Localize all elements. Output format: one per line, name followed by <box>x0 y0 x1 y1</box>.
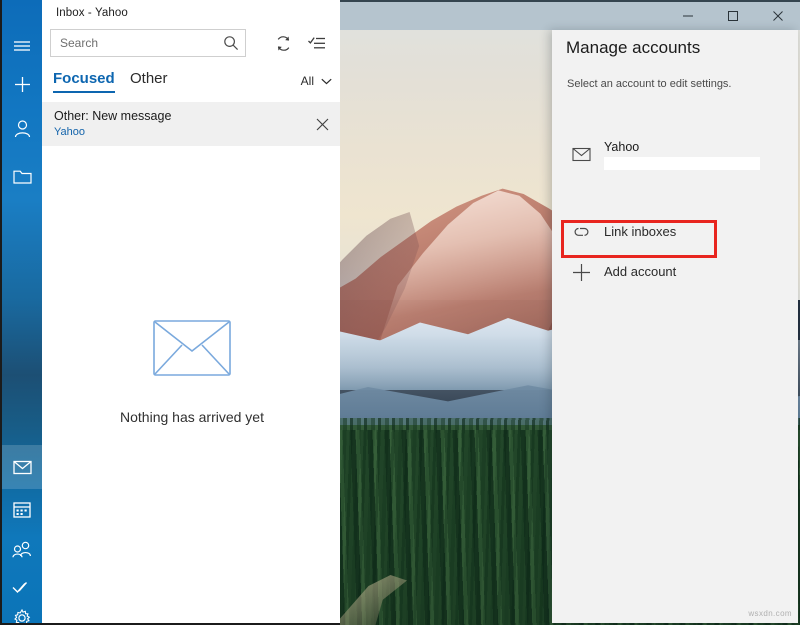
mail-pivot-row: Focused Other All <box>42 66 340 102</box>
banner-account-link[interactable]: Yahoo <box>54 125 302 140</box>
search-input[interactable]: Search <box>50 29 246 57</box>
account-labels: Yahoo <box>604 139 794 170</box>
panel-subtitle: Select an account to edit settings. <box>567 78 732 90</box>
site-watermark: wsxdn.com <box>748 609 792 618</box>
add-account-highlight-box <box>561 220 717 258</box>
maximize-button[interactable] <box>710 2 755 30</box>
search-placeholder-text: Search <box>60 36 99 50</box>
tab-other[interactable]: Other <box>130 70 168 93</box>
plus-icon[interactable] <box>2 62 42 106</box>
empty-inbox-state: Nothing has arrived yet <box>42 320 340 425</box>
close-icon[interactable] <box>302 102 340 146</box>
account-email-redacted <box>604 156 760 170</box>
screen: Inbox - Yahoo Search Focused Other All O… <box>0 0 800 625</box>
banner-title: Other: New message <box>54 108 172 123</box>
folder-icon[interactable] <box>2 155 42 199</box>
new-message-banner[interactable]: Other: New message Yahoo <box>42 102 340 146</box>
banner-text-group: Other: New message Yahoo <box>42 109 302 140</box>
calendar-icon[interactable] <box>2 487 42 531</box>
filter-dropdown[interactable]: All <box>301 74 332 88</box>
mail-list-pane: Inbox - Yahoo Search Focused Other All O… <box>42 0 340 623</box>
envelope-icon <box>558 132 604 176</box>
account-row-yahoo[interactable]: Yahoo <box>558 132 794 176</box>
add-account-label: Add account <box>604 264 677 279</box>
account-name: Yahoo <box>604 139 640 154</box>
mail-app-title: Inbox - Yahoo <box>56 7 128 19</box>
add-account-labels: Add account <box>604 263 794 281</box>
mail-search-row: Search <box>42 28 340 62</box>
gear-icon[interactable] <box>2 596 42 623</box>
search-icon[interactable] <box>217 35 245 51</box>
mail-app-window: Inbox - Yahoo Search Focused Other All O… <box>0 0 340 625</box>
envelope-icon <box>153 320 231 381</box>
empty-inbox-message: Nothing has arrived yet <box>120 409 264 425</box>
tab-focused[interactable]: Focused <box>53 70 115 93</box>
minimize-button[interactable] <box>665 2 710 30</box>
panel-heading: Manage accounts <box>566 38 701 57</box>
chevron-down-icon <box>321 74 332 88</box>
mail-icon[interactable] <box>2 445 42 489</box>
mail-navigation-rail <box>2 0 42 623</box>
close-button[interactable] <box>755 2 800 30</box>
person-icon[interactable] <box>2 107 42 151</box>
selection-mode-icon[interactable] <box>304 30 330 56</box>
filter-label: All <box>300 74 314 88</box>
manage-accounts-panel: Manage accounts Select an account to edi… <box>552 30 798 623</box>
window-titlebar[interactable] <box>340 0 800 30</box>
sync-icon[interactable] <box>270 30 296 56</box>
